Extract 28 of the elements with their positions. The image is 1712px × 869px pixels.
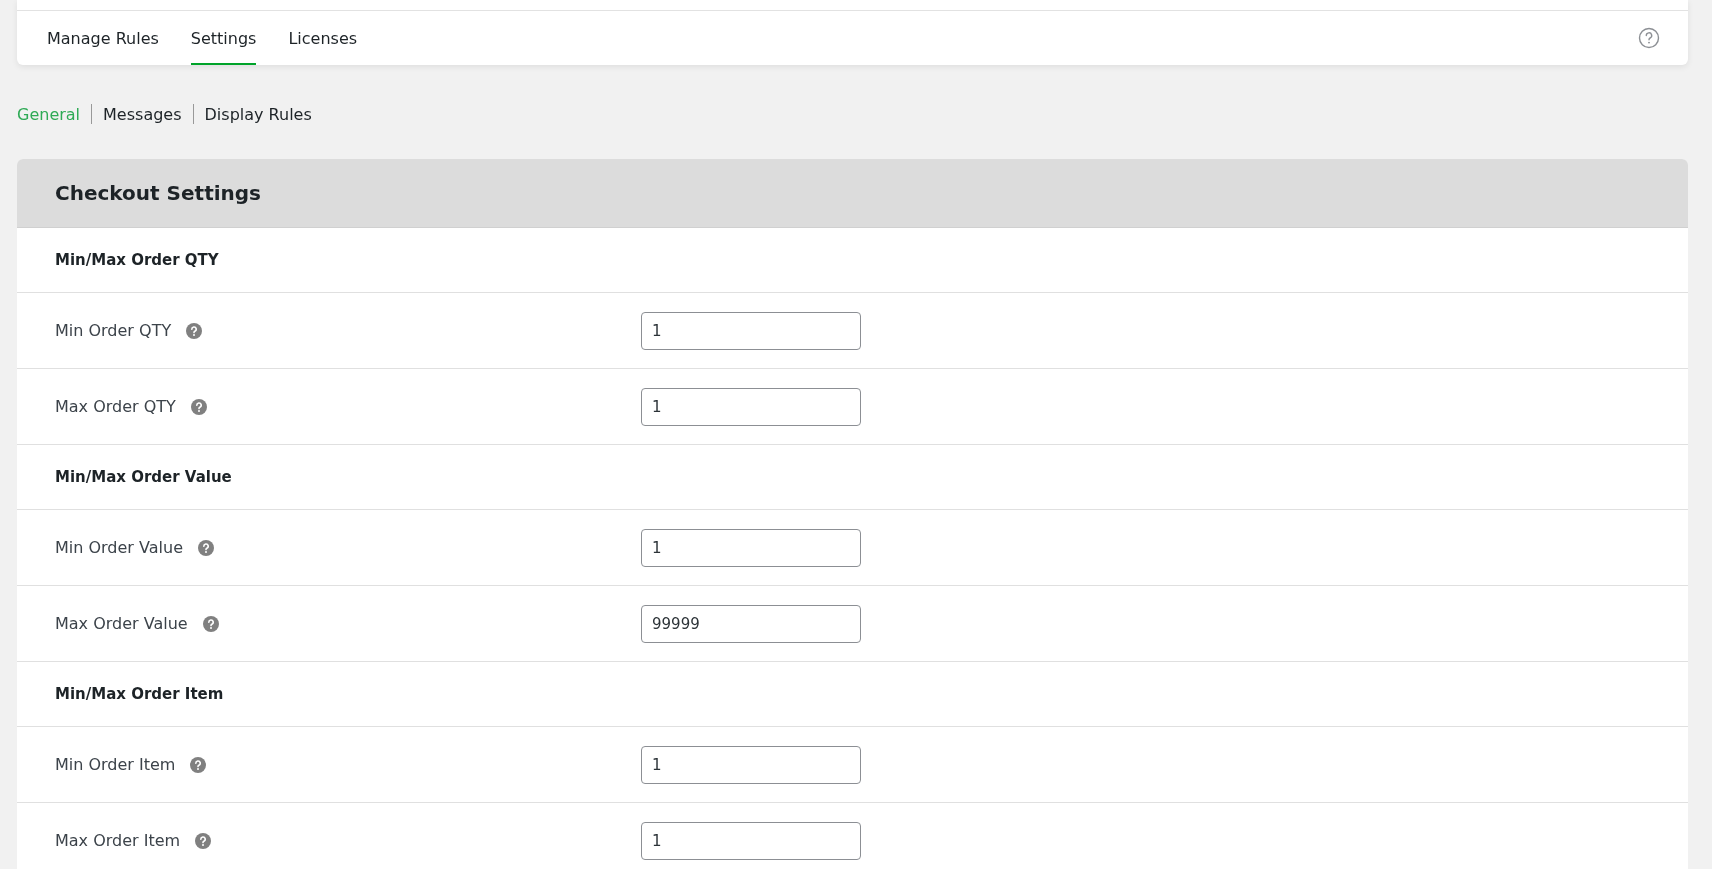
group-heading: Min/Max Order Item	[55, 685, 224, 703]
field-label: Min Order QTY	[55, 321, 172, 340]
help-icon[interactable]	[186, 322, 203, 339]
group-heading: Min/Max Order Value	[55, 468, 232, 486]
number-field[interactable]: 1	[641, 528, 861, 567]
nav-tab[interactable]: Licenses	[288, 11, 358, 65]
section-link[interactable]: Display Rules	[204, 104, 312, 124]
number-field[interactable]: 99999	[641, 604, 861, 643]
field-label: Min Order Item	[55, 755, 176, 774]
help-icon[interactable]	[197, 539, 214, 556]
help-icon[interactable]	[195, 832, 212, 849]
help-icon[interactable]	[190, 756, 207, 773]
section-link[interactable]: Messages	[103, 104, 182, 124]
group-heading: Min/Max Order QTY	[55, 251, 219, 269]
number-field[interactable]: 1	[641, 745, 861, 784]
field-label: Max Order Value	[55, 614, 188, 633]
field-label: Max Order QTY	[55, 397, 176, 416]
field-label: Max Order Item	[55, 831, 181, 850]
help-icon[interactable]	[1638, 27, 1660, 49]
number-field[interactable]: 1	[641, 311, 861, 350]
help-icon[interactable]	[190, 398, 207, 415]
field-label: Min Order Value	[55, 538, 183, 557]
panel-title: Checkout Settings	[55, 181, 261, 205]
number-field[interactable]: 1	[641, 821, 861, 860]
nav-tab[interactable]: Manage Rules	[47, 11, 159, 65]
number-field[interactable]: 1	[641, 387, 861, 426]
nav-tab[interactable]: Settings	[190, 11, 257, 65]
help-icon[interactable]	[202, 615, 219, 632]
